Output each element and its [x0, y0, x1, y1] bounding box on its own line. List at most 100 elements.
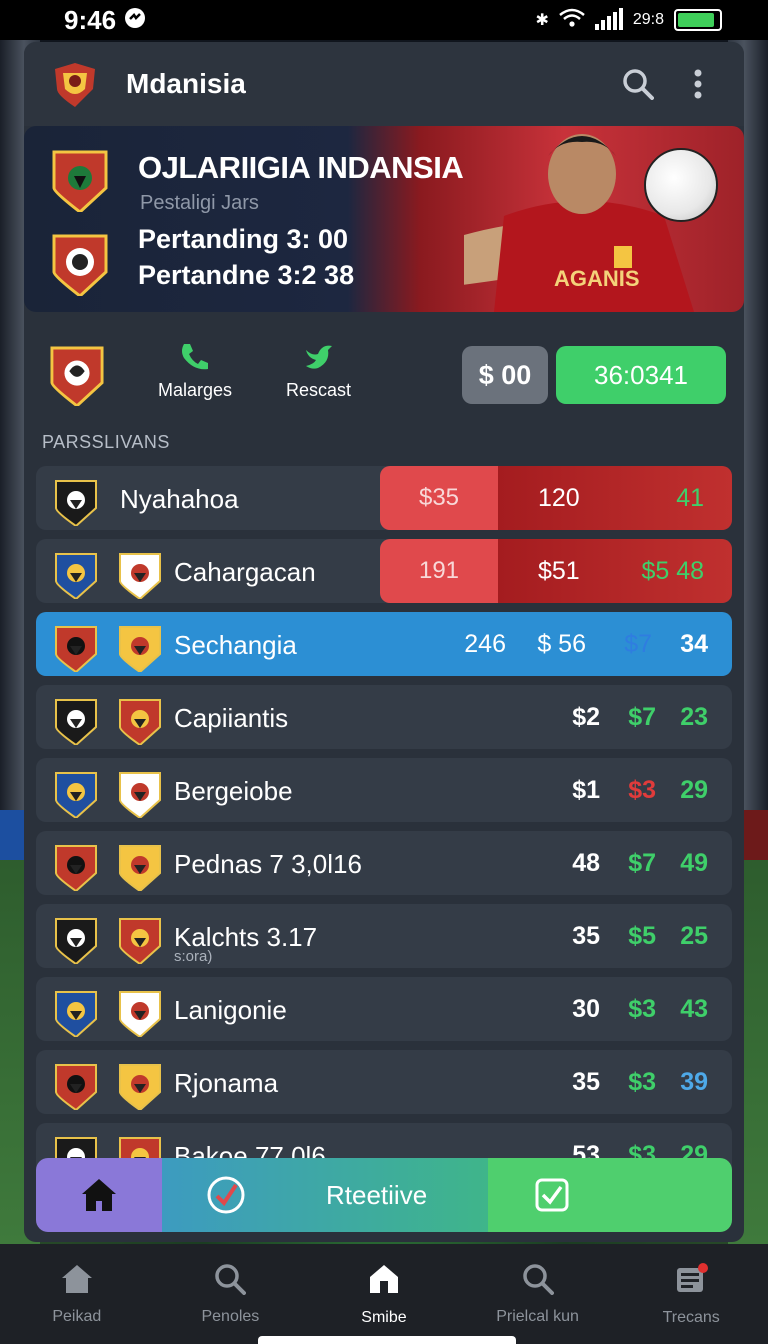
quick-action-messages[interactable]: Malarges — [158, 340, 232, 401]
nav-tab[interactable]: Peikad — [0, 1244, 154, 1344]
odds-value[interactable]: 35 — [572, 922, 600, 951]
odds-value[interactable]: 25 — [680, 922, 708, 951]
match-subtitle: s:ora) — [174, 948, 213, 965]
away-team-crest-icon — [118, 697, 162, 745]
home-icon — [60, 1263, 94, 1300]
team-crest-icon — [50, 344, 104, 411]
confirm-action-button[interactable] — [488, 1158, 732, 1232]
away-team-crest-icon — [118, 1062, 162, 1110]
odds-value[interactable]: $7 — [628, 703, 656, 732]
bottom-navigation: Peikad Penoles Smibe Prielcal kun Trecans — [0, 1244, 768, 1344]
odds-value[interactable]: 29 — [680, 776, 708, 805]
nav-tab[interactable]: Penoles — [154, 1244, 308, 1344]
odds-value[interactable]: 23 — [680, 703, 708, 732]
odds-value[interactable]: $7 — [624, 630, 652, 659]
floating-action-bar: Rteetiive — [36, 1158, 732, 1232]
search-icon — [623, 69, 654, 100]
match-row[interactable]: Cahargacan 191 $51 $5 48 — [36, 539, 732, 603]
hero-subtitle: Pestaligi Jars — [140, 192, 259, 214]
nav-label: Prielcal kun — [496, 1307, 579, 1325]
match-name: Nyahahoa — [120, 484, 239, 514]
match-list: Nyahahoa $35 120 41 Cahargacan 191 $51 $5 48 Sec… — [36, 466, 732, 1196]
odds-value[interactable]: $2 — [572, 703, 600, 732]
match-name: Bergeiobe — [174, 776, 293, 806]
odds-value[interactable]: $3 — [628, 776, 656, 805]
odds-value[interactable]: $35 — [380, 466, 498, 530]
odds-value[interactable]: $5 48 — [641, 557, 704, 586]
status-bar: 9:46 ✱ 29:8 — [0, 0, 768, 40]
home-team-crest-icon — [54, 989, 98, 1037]
away-team-crest-icon — [118, 551, 162, 599]
hero-match-line: Pertanding 3: 00 — [138, 224, 349, 254]
home-team-crest-icon — [54, 624, 98, 672]
status-time: 9:46 — [64, 4, 117, 35]
featured-match-banner[interactable]: OJLARIIGIA INDANSIA Pestaligi Jars Perta… — [24, 126, 744, 312]
soccer-ball-icon — [644, 148, 718, 222]
team-crest-icon — [52, 148, 108, 217]
wifi-icon — [559, 8, 585, 33]
nav-tab[interactable]: Prielcal kun — [461, 1244, 615, 1344]
home-indicator — [258, 1336, 516, 1344]
odds-value[interactable]: 48 — [572, 849, 600, 878]
odds-value[interactable]: 246 — [464, 630, 506, 659]
more-vertical-icon — [694, 69, 702, 99]
odds-value[interactable]: 34 — [680, 630, 708, 659]
search-button[interactable] — [616, 62, 660, 106]
battery-percent: 29:8 — [632, 11, 664, 28]
hero-match-line: Pertandne 3:2 38 — [138, 260, 355, 290]
nav-tab[interactable]: Trecans — [614, 1244, 768, 1344]
quick-action-rescast[interactable]: Rescast — [286, 340, 351, 401]
balance-button[interactable]: $ 00 — [462, 346, 548, 404]
nav-label: Trecans — [662, 1308, 720, 1326]
bird-icon — [305, 345, 332, 369]
match-row[interactable]: Kalchts 3.17 s:ora) 35 $5 25 — [36, 904, 732, 968]
odds-value[interactable]: $3 — [628, 1068, 656, 1097]
nav-label: Smibe — [361, 1308, 407, 1326]
odds-value[interactable]: $3 — [628, 995, 656, 1024]
match-name: Pednas 7 3,0l16 — [174, 849, 362, 879]
search-icon — [214, 1263, 247, 1300]
match-row[interactable]: Nyahahoa $35 120 41 — [36, 466, 732, 530]
jersey-text: AGANIS — [554, 266, 640, 291]
app-logo — [48, 57, 102, 111]
match-name: Rjonama — [174, 1068, 279, 1098]
checkmark-circle-icon — [207, 1176, 245, 1214]
home-action-button[interactable] — [36, 1158, 162, 1232]
match-row[interactable]: Rjonama 35 $3 39 — [36, 1050, 732, 1114]
odds-value[interactable]: $51 — [538, 557, 580, 586]
timer-button[interactable]: 36:0341 — [556, 346, 726, 404]
nav-label: Penoles — [201, 1307, 260, 1325]
match-row[interactable]: Pednas 7 3,0l16 48 $7 49 — [36, 831, 732, 895]
app-panel: Mdanisia OJLARIIGIA INDANSIA Pestaligi J… — [24, 42, 744, 1242]
odds-value[interactable]: $1 — [572, 776, 600, 805]
search-icon — [522, 1263, 554, 1300]
match-row[interactable]: Sechangia 246 $ 56 $7 34 — [36, 612, 732, 676]
odds-value[interactable]: 120 — [538, 484, 580, 513]
odds-value[interactable]: $ 56 — [537, 630, 586, 659]
match-name: Lanigonie — [174, 995, 287, 1025]
home-team-crest-icon — [54, 551, 98, 599]
odds-group: 191 $51 $5 48 — [380, 539, 732, 603]
nav-tab[interactable]: Smibe — [307, 1244, 461, 1344]
odds-group: $35 120 41 — [380, 466, 732, 530]
more-options-button[interactable] — [676, 62, 720, 106]
odds-value[interactable]: 49 — [680, 849, 708, 878]
battery-icon — [674, 9, 722, 31]
away-team-crest-icon — [118, 843, 162, 891]
odds-value[interactable]: 35 — [572, 1068, 600, 1097]
match-row[interactable]: Capiiantis $2 $7 23 — [36, 685, 732, 749]
odds-value[interactable]: $5 — [628, 922, 656, 951]
odds-value[interactable]: 43 — [680, 995, 708, 1024]
odds-value[interactable]: 191 — [380, 539, 498, 603]
odds-value[interactable]: 39 — [680, 1068, 708, 1097]
home-team-crest-icon — [54, 697, 98, 745]
receive-action-button[interactable]: Rteetiive — [162, 1158, 488, 1232]
odds-value[interactable]: 41 — [676, 484, 704, 513]
odds-value[interactable]: $7 — [628, 849, 656, 878]
odds-value[interactable]: 30 — [572, 995, 600, 1024]
match-row[interactable]: Lanigonie 30 $3 43 — [36, 977, 732, 1041]
match-row[interactable]: Bergeiobe $1 $3 29 — [36, 758, 732, 822]
app-title: Mdanisia — [126, 68, 246, 99]
section-title: PARSSLIVANS — [42, 432, 170, 452]
home-team-crest-icon — [54, 770, 98, 818]
